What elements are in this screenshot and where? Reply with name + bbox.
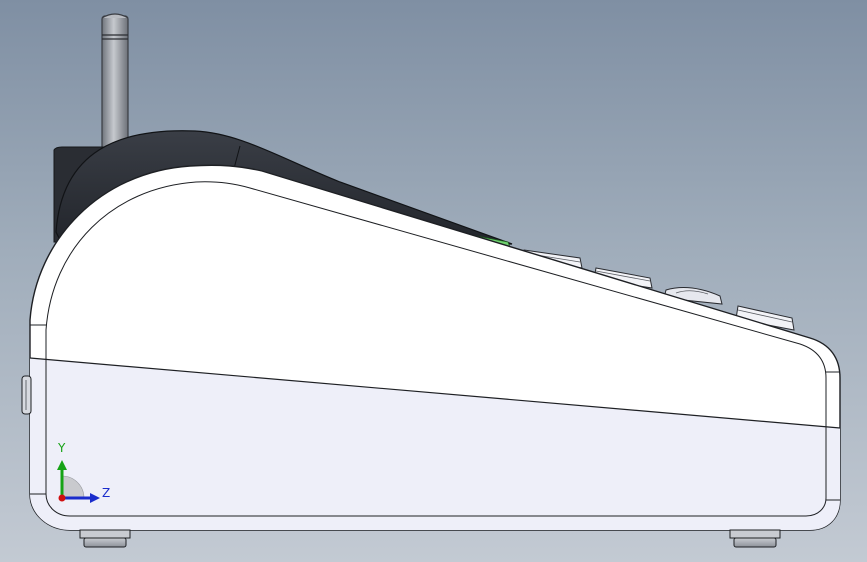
cad-viewport[interactable]: Y Z (0, 0, 867, 562)
rubber-foot-icon (79, 529, 131, 548)
orientation-triad[interactable]: Y Z (52, 440, 122, 510)
device-model[interactable] (0, 0, 867, 562)
rubber-foot-icon (729, 529, 781, 548)
axis-z-label: Z (102, 486, 111, 500)
side-connector-icon (21, 375, 32, 415)
axis-y-label: Y (58, 441, 66, 455)
triad-origin-icon (58, 494, 66, 502)
antenna-icon[interactable] (101, 13, 129, 157)
